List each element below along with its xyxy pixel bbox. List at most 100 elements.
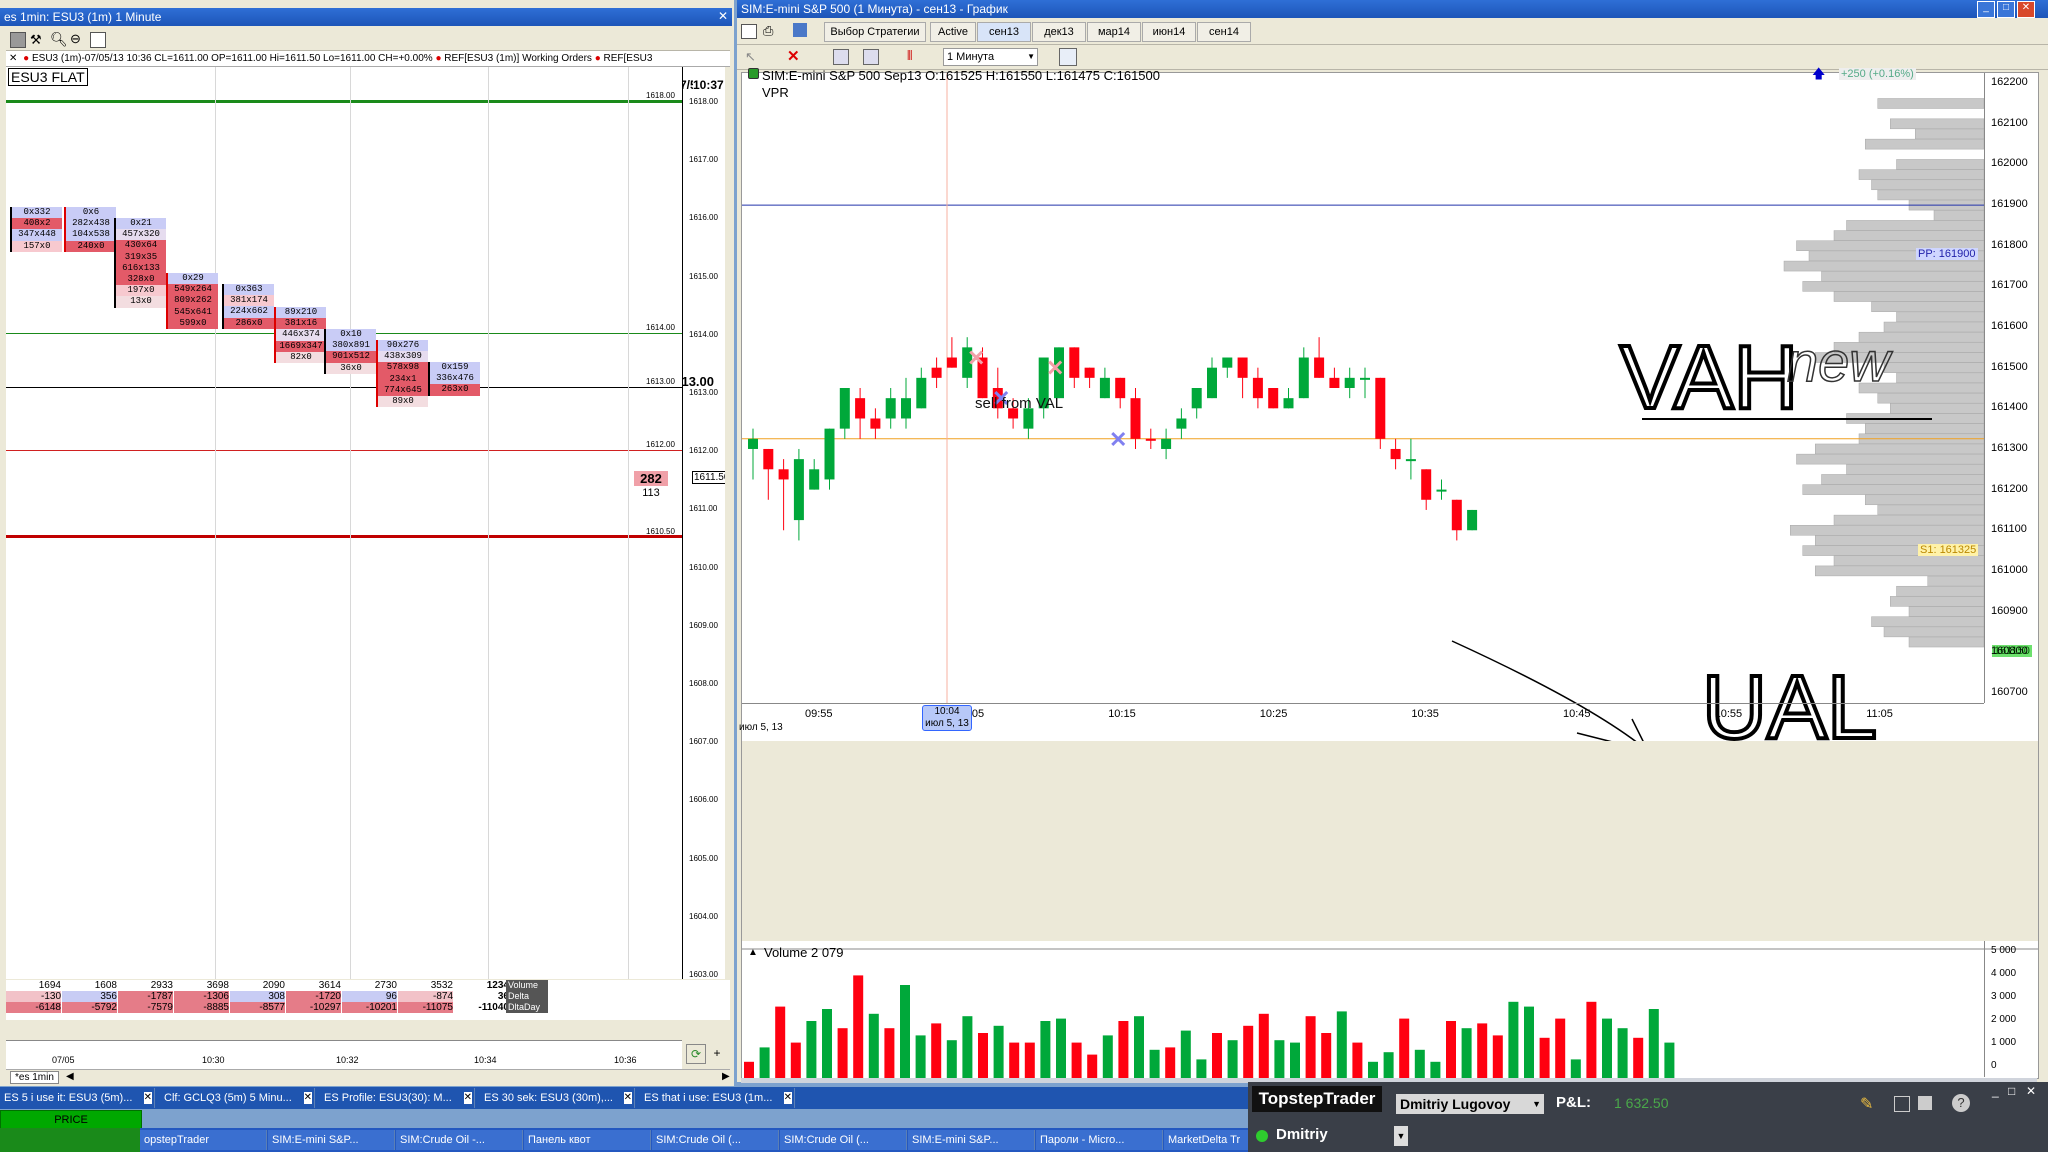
delete-icon[interactable]: ✕ bbox=[787, 47, 800, 65]
user-select[interactable]: Dmitriy Lugovoy ▼ bbox=[1396, 1094, 1544, 1114]
plus-icon[interactable]: + bbox=[708, 1044, 726, 1062]
taskbar-app[interactable]: SIM:E-mini S&P... bbox=[268, 1130, 395, 1150]
volume-bar bbox=[1056, 1018, 1066, 1078]
doc-tab[interactable]: ES 30 sek: ESU3 (30m),... ✕ bbox=[480, 1088, 635, 1108]
left-close-icon[interactable]: ✕ bbox=[718, 10, 730, 22]
footprint-bar bbox=[324, 329, 326, 374]
chart-type-icon[interactable] bbox=[793, 23, 807, 37]
summary-cell: 308 bbox=[230, 991, 285, 1002]
level-label-1613: 1613.00 bbox=[646, 377, 675, 386]
last-cell-top: 282 bbox=[634, 471, 668, 486]
footprint-chart[interactable]: ESU3 FLAT 1618.00 1614.00 1613.00 1612.0… bbox=[6, 67, 682, 979]
volume-bar bbox=[1633, 1037, 1644, 1078]
ink-vah: VAH bbox=[1620, 328, 1798, 428]
taskbar-app-label: Панель квот bbox=[528, 1134, 591, 1146]
profile-bar bbox=[1908, 606, 1985, 617]
doc-tab[interactable]: ES that i use: ESU3 (1m... ✕ bbox=[640, 1088, 795, 1108]
summary-cell: -5792 bbox=[62, 1002, 117, 1013]
refresh-icon[interactable]: ⟳ bbox=[686, 1044, 706, 1064]
taskbar-app[interactable]: Панель квот bbox=[524, 1130, 651, 1150]
pencil-icon[interactable]: ✎ bbox=[1860, 1094, 1873, 1114]
left-price-axis[interactable]: 7/5 10:37 1613.00 1611.50 1618.001617.00… bbox=[682, 67, 725, 979]
tab-jun14[interactable]: июн14 bbox=[1142, 22, 1196, 42]
window-mode-icon[interactable] bbox=[1894, 1096, 1910, 1112]
panel-maximize-icon[interactable]: □ bbox=[2008, 1084, 2015, 1098]
grid-toggle-icon[interactable] bbox=[1059, 48, 1077, 66]
taskbar-app[interactable]: Пароли - Micro... bbox=[1036, 1130, 1163, 1150]
tab-active[interactable]: Active bbox=[930, 22, 976, 42]
scroll-right-icon[interactable]: ▶ bbox=[722, 1071, 730, 1082]
account-dropdown-icon[interactable]: ▼ bbox=[1394, 1126, 1408, 1146]
price-axis: 162200 162100 162000 161900 161800 161700 1616… bbox=[1984, 73, 2039, 703]
close-icon[interactable]: ✕ bbox=[2017, 1, 2035, 18]
minimize-icon[interactable]: _ bbox=[1977, 1, 1995, 18]
left-scrollbar[interactable]: ◀ ▶ *es 1min bbox=[6, 1069, 730, 1084]
account-status-icon bbox=[1256, 1130, 1268, 1142]
tab-dec13[interactable]: дек13 bbox=[1032, 22, 1086, 42]
candle bbox=[1421, 469, 1432, 500]
tab-mar14[interactable]: мар14 bbox=[1087, 22, 1141, 42]
maximize-icon[interactable]: □ bbox=[1997, 1, 2015, 18]
taskbar-app[interactable]: SIM:E-mini S&P... bbox=[908, 1130, 1035, 1150]
trade-marker-icon: ✕ bbox=[967, 346, 985, 371]
price-button[interactable]: PRICE bbox=[0, 1110, 142, 1130]
bar-type-icon[interactable]: ⫴ bbox=[907, 48, 912, 64]
candle bbox=[1069, 347, 1080, 378]
paste-icon[interactable] bbox=[863, 49, 879, 65]
doc-tab-close-icon[interactable]: ✕ bbox=[783, 1092, 792, 1104]
footprint-cell: 0x29 bbox=[168, 273, 218, 285]
cursor-icon[interactable]: ↖ bbox=[745, 49, 756, 65]
price-axis-label: 160800 bbox=[1991, 645, 2028, 658]
zoom-icon[interactable]: 🔍︎ bbox=[50, 31, 68, 48]
volume-bar bbox=[1586, 1001, 1597, 1078]
left-title-bar[interactable]: es 1min: ESU3 (1m) 1 Minute bbox=[0, 8, 732, 26]
taskbar-app[interactable]: opstepTrader bbox=[140, 1130, 267, 1150]
grid-icon[interactable] bbox=[90, 32, 106, 48]
left-price-label: 1615.00 bbox=[689, 271, 718, 281]
footprint-cell: 347x448 bbox=[12, 229, 62, 241]
summary-cell: -6148 bbox=[6, 1002, 61, 1013]
right-title-bar[interactable]: SIM:E-mini S&P 500 (1 Минута) - сен13 - … bbox=[737, 0, 2048, 18]
profile-bar bbox=[1846, 220, 1985, 231]
print-icon[interactable]: ⎙ bbox=[763, 23, 773, 39]
info-close-icon[interactable]: ✕ bbox=[6, 53, 20, 64]
footprint-cell: 0x332 bbox=[12, 207, 62, 219]
right-toolbar-2: ↖ ✕ ⫴ 1 Минута ▼ bbox=[737, 45, 2048, 70]
bottom-tab[interactable]: *es 1min bbox=[10, 1071, 59, 1084]
price-axis-label: 161400 bbox=[1991, 401, 2028, 414]
zoom-out-icon[interactable]: ⊖ bbox=[70, 31, 81, 47]
volume-bar bbox=[1165, 1047, 1176, 1078]
doc-tab[interactable]: ES Profile: ESU3(30): M... ✕ bbox=[320, 1088, 475, 1108]
footprint-cell: 157x0 bbox=[12, 240, 62, 252]
price-axis-label: 161200 bbox=[1991, 482, 2028, 495]
save-icon[interactable] bbox=[1918, 1096, 1932, 1110]
window-icon[interactable] bbox=[741, 24, 757, 39]
price-chart[interactable]: ✕✕✕✕VAHnewUAL bbox=[742, 73, 2038, 1078]
doc-tab-close-icon[interactable]: ✕ bbox=[143, 1092, 152, 1104]
taskbar-app[interactable]: SIM:Crude Oil -... bbox=[396, 1130, 523, 1150]
tab-sep13[interactable]: сен13 bbox=[977, 22, 1031, 42]
profile-bar bbox=[1877, 189, 1985, 201]
panel-close-icon[interactable]: ✕ bbox=[2026, 1084, 2036, 1098]
taskbar-app[interactable]: SIM:Crude Oil (... bbox=[652, 1130, 779, 1150]
help-icon[interactable]: ? bbox=[1952, 1094, 1970, 1112]
user-name: Dmitriy Lugovoy bbox=[1400, 1096, 1511, 1112]
tools-icon[interactable]: ⚒ bbox=[30, 32, 42, 48]
tab-sep14[interactable]: сен14 bbox=[1197, 22, 1251, 42]
doc-tab-close-icon[interactable]: ✕ bbox=[623, 1092, 632, 1104]
interval-select[interactable]: 1 Минута ▼ bbox=[943, 48, 1038, 66]
copy-icon[interactable] bbox=[833, 49, 849, 65]
taskbar-app[interactable]: SIM:Crude Oil (... bbox=[780, 1130, 907, 1150]
vol-axis: 5 000 4 000 3 000 2 000 1 000 0 bbox=[1984, 941, 2039, 1077]
pp-label: PP: 161900 bbox=[1916, 248, 1978, 260]
strategy-button[interactable]: Выбор Стратегии bbox=[824, 22, 926, 42]
doc-tab[interactable]: ES 5 i use it: ESU3 (5m)... ✕ bbox=[0, 1088, 155, 1108]
doc-tab[interactable]: Clf: GCLQ3 (5m) 5 Minu... ✕ bbox=[160, 1088, 315, 1108]
scroll-left-icon[interactable]: ◀ bbox=[66, 1071, 74, 1082]
footprint-cell: 774x645 bbox=[378, 384, 428, 396]
volume-bar bbox=[1555, 1018, 1566, 1078]
panel-minimize-icon[interactable]: _ bbox=[1992, 1084, 1999, 1098]
doc-tab-close-icon[interactable]: ✕ bbox=[463, 1092, 472, 1104]
doc-tab-close-icon[interactable]: ✕ bbox=[303, 1092, 312, 1104]
settings-icon[interactable] bbox=[10, 32, 26, 48]
